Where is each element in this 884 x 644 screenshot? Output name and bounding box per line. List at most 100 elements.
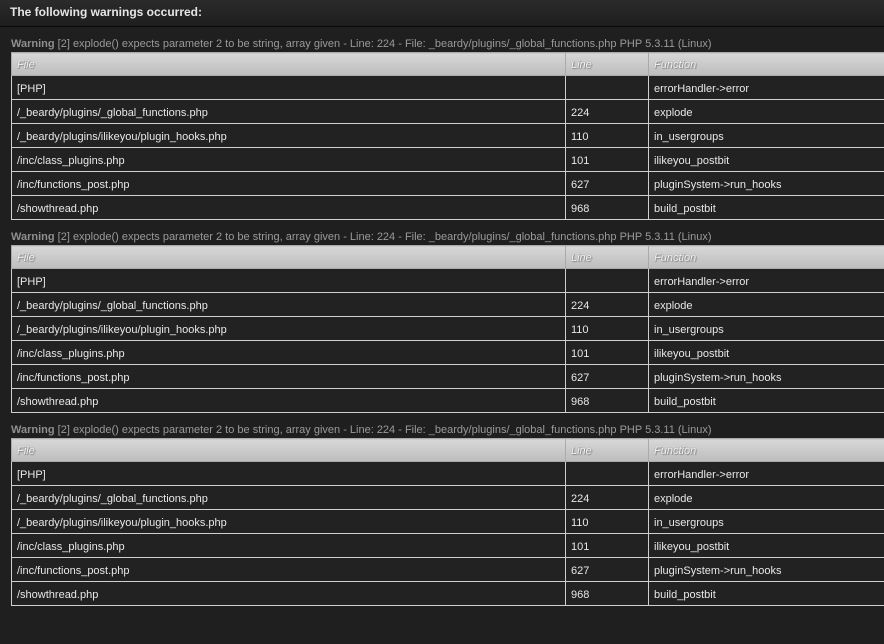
cell-function: explode [648,292,884,317]
table-header-row: File Line Function [11,52,884,76]
cell-line: 101 [565,147,649,172]
table-row: [PHP] errorHandler->error [11,268,884,293]
cell-line: 968 [565,581,649,606]
cell-file: /inc/functions_post.php [11,557,566,582]
cell-line [565,268,649,293]
table-row: [PHP] errorHandler->error [11,75,884,100]
cell-function: explode [648,485,884,510]
cell-line: 224 [565,99,649,124]
cell-function: pluginSystem->run_hooks [648,557,884,582]
cell-function: ilikeyou_postbit [648,533,884,558]
cell-file: /_beardy/plugins/ilikeyou/plugin_hooks.p… [11,123,566,148]
cell-function: in_usergroups [648,509,884,534]
cell-function: errorHandler->error [648,461,884,486]
cell-function: build_postbit [648,195,884,220]
cell-line: 627 [565,364,649,389]
cell-function: build_postbit [648,581,884,606]
cell-line: 101 [565,533,649,558]
cell-file: /inc/class_plugins.php [11,533,566,558]
warning-block: Warning [2] explode() expects parameter … [0,413,884,606]
cell-line [565,75,649,100]
table-row: /_beardy/plugins/_global_functions.php 22… [11,485,884,510]
column-header-file: File [11,52,566,76]
cell-file: /inc/class_plugins.php [11,147,566,172]
warning-label: Warning [11,38,55,50]
warning-message: Warning [2] explode() expects parameter … [0,220,884,245]
cell-function: ilikeyou_postbit [648,147,884,172]
cell-line: 627 [565,557,649,582]
table-row: /inc/class_plugins.php 101 ilikeyou_postbi… [11,533,884,558]
warning-message: Warning [2] explode() expects parameter … [0,413,884,438]
cell-file: [PHP] [11,75,566,100]
column-header-line: Line [565,245,649,269]
cell-function: explode [648,99,884,124]
cell-line: 224 [565,485,649,510]
column-header-file: File [11,438,566,462]
warning-label: Warning [11,424,55,436]
warning-text: [2] explode() expects parameter 2 to be … [57,424,712,436]
table-header-row: File Line Function [11,245,884,269]
backtrace-table: File Line Function [PHP] errorHandler->er… [11,438,884,606]
cell-function: in_usergroups [648,123,884,148]
cell-file: /_beardy/plugins/_global_functions.php [11,292,566,317]
cell-function: pluginSystem->run_hooks [648,364,884,389]
cell-file: /showthread.php [11,388,566,413]
cell-function: in_usergroups [648,316,884,341]
warning-text: [2] explode() expects parameter 2 to be … [57,38,712,50]
cell-file: /_beardy/plugins/_global_functions.php [11,99,566,124]
cell-line: 224 [565,292,649,317]
cell-file: /_beardy/plugins/_global_functions.php [11,485,566,510]
table-row: /showthread.php 968 build_postbit [11,195,884,220]
table-row: /_beardy/plugins/_global_functions.php 22… [11,292,884,317]
cell-file: /_beardy/plugins/ilikeyou/plugin_hooks.p… [11,509,566,534]
warnings-list: Warning [2] explode() expects parameter … [0,27,884,606]
cell-file: /showthread.php [11,581,566,606]
table-row: /inc/functions_post.php 627 pluginSystem->… [11,171,884,196]
table-header-row: File Line Function [11,438,884,462]
cell-function: ilikeyou_postbit [648,340,884,365]
cell-line: 110 [565,316,649,341]
table-row: /inc/functions_post.php 627 pluginSystem->… [11,557,884,582]
cell-function: errorHandler->error [648,75,884,100]
cell-line: 968 [565,388,649,413]
cell-function: pluginSystem->run_hooks [648,171,884,196]
table-row: /inc/class_plugins.php 101 ilikeyou_postbi… [11,147,884,172]
warning-text: [2] explode() expects parameter 2 to be … [57,231,712,243]
page-title: The following warnings occurred: [0,0,884,27]
cell-line [565,461,649,486]
column-header-function: Function [648,52,884,76]
column-header-function: Function [648,438,884,462]
table-row: [PHP] errorHandler->error [11,461,884,486]
cell-line: 968 [565,195,649,220]
cell-file: [PHP] [11,268,566,293]
table-row: /_beardy/plugins/ilikeyou/plugin_hooks.p… [11,123,884,148]
cell-file: /inc/functions_post.php [11,364,566,389]
table-row: /inc/class_plugins.php 101 ilikeyou_postbi… [11,340,884,365]
warning-message: Warning [2] explode() expects parameter … [0,27,884,52]
cell-function: build_postbit [648,388,884,413]
cell-file: /_beardy/plugins/ilikeyou/plugin_hooks.p… [11,316,566,341]
column-header-function: Function [648,245,884,269]
table-row: /_beardy/plugins/ilikeyou/plugin_hooks.p… [11,509,884,534]
table-row: /inc/functions_post.php 627 pluginSystem->… [11,364,884,389]
column-header-line: Line [565,438,649,462]
cell-file: /inc/functions_post.php [11,171,566,196]
warning-block: Warning [2] explode() expects parameter … [0,27,884,220]
table-row: /showthread.php 968 build_postbit [11,388,884,413]
column-header-file: File [11,245,566,269]
cell-file: /inc/class_plugins.php [11,340,566,365]
cell-line: 101 [565,340,649,365]
column-header-line: Line [565,52,649,76]
cell-file: /showthread.php [11,195,566,220]
warning-label: Warning [11,231,55,243]
cell-file: [PHP] [11,461,566,486]
table-row: /_beardy/plugins/ilikeyou/plugin_hooks.p… [11,316,884,341]
backtrace-table: File Line Function [PHP] errorHandler->er… [11,245,884,413]
backtrace-table: File Line Function [PHP] errorHandler->er… [11,52,884,220]
table-row: /showthread.php 968 build_postbit [11,581,884,606]
cell-line: 627 [565,171,649,196]
cell-line: 110 [565,123,649,148]
cell-function: errorHandler->error [648,268,884,293]
warning-block: Warning [2] explode() expects parameter … [0,220,884,413]
table-row: /_beardy/plugins/_global_functions.php 22… [11,99,884,124]
